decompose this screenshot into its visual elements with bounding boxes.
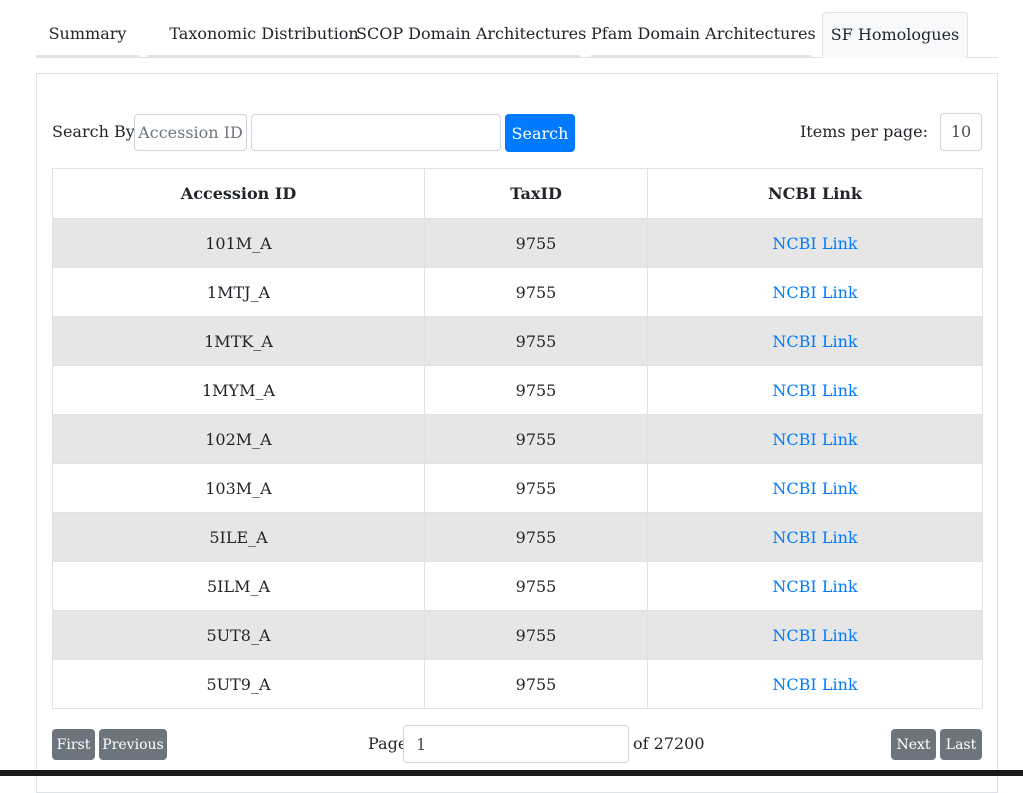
ncbi-link[interactable]: NCBI Link (772, 283, 857, 302)
taxid-cell: 9755 (424, 267, 648, 317)
search-by-label: Search By: (52, 122, 141, 141)
table-row: 5UT9_A 9755 NCBI Link (52, 659, 983, 709)
total-pages-label: of 27200 (633, 734, 705, 753)
search-button[interactable]: Search (505, 114, 575, 152)
search-input[interactable] (251, 114, 501, 151)
items-per-page-input[interactable]: 10 (940, 113, 982, 151)
ncbi-link[interactable]: NCBI Link (772, 332, 857, 351)
taxid-cell: 9755 (424, 365, 648, 415)
tab-taxonomic-distribution[interactable]: Taxonomic Distribution (147, 12, 381, 57)
table-row: 1MTJ_A 9755 NCBI Link (52, 267, 983, 317)
taxid-cell: 9755 (424, 316, 648, 366)
first-page-button[interactable]: First (52, 729, 95, 760)
page-number-input[interactable] (403, 725, 629, 763)
last-page-button[interactable]: Last (940, 729, 982, 760)
ncbi-link-cell: NCBI Link (647, 610, 983, 660)
taxid-cell: 9755 (424, 610, 648, 660)
taxid-cell: 9755 (424, 414, 648, 464)
ncbi-link-cell: NCBI Link (647, 463, 983, 513)
page-label: Page (368, 734, 408, 753)
search-field-select[interactable]: Accession ID (134, 114, 247, 151)
ncbi-link[interactable]: NCBI Link (772, 675, 857, 694)
items-per-page-label: Items per page: (799, 122, 928, 141)
table-row: 5ILM_A 9755 NCBI Link (52, 561, 983, 611)
taxid-cell: 9755 (424, 512, 648, 562)
previous-page-button[interactable]: Previous (99, 729, 167, 760)
taxid-cell: 9755 (424, 463, 648, 513)
column-header-accession-id[interactable]: Accession ID (52, 168, 425, 219)
table-row: 5UT8_A 9755 NCBI Link (52, 610, 983, 660)
ncbi-link-cell: NCBI Link (647, 267, 983, 317)
ncbi-link[interactable]: NCBI Link (772, 479, 857, 498)
ncbi-link-cell: NCBI Link (647, 659, 983, 709)
accession-id-cell: 1MYM_A (52, 365, 425, 415)
ncbi-link[interactable]: NCBI Link (772, 381, 857, 400)
accession-id-cell: 101M_A (52, 218, 425, 268)
tab-sf-homologues[interactable]: SF Homologues (822, 12, 968, 58)
ncbi-link-cell: NCBI Link (647, 561, 983, 611)
tab-summary[interactable]: Summary (36, 12, 139, 57)
accession-id-cell: 102M_A (52, 414, 425, 464)
accession-id-cell: 5ILE_A (52, 512, 425, 562)
ncbi-link-cell: NCBI Link (647, 414, 983, 464)
ncbi-link[interactable]: NCBI Link (772, 528, 857, 547)
column-header-taxid[interactable]: TaxID (424, 168, 648, 219)
homologues-table: Accession ID TaxID NCBI Link 101M_A 9755… (52, 168, 983, 709)
table-row: 1MTK_A 9755 NCBI Link (52, 316, 983, 366)
bottom-edge-bar (0, 770, 1023, 776)
accession-id-cell: 5ILM_A (52, 561, 425, 611)
taxid-cell: 9755 (424, 561, 648, 611)
table-row: 1MYM_A 9755 NCBI Link (52, 365, 983, 415)
accession-id-cell: 103M_A (52, 463, 425, 513)
ncbi-link[interactable]: NCBI Link (772, 430, 857, 449)
tab-bar: Summary Taxonomic Distribution SCOP Doma… (36, 12, 998, 58)
column-header-ncbi-link[interactable]: NCBI Link (647, 168, 983, 219)
ncbi-link[interactable]: NCBI Link (772, 577, 857, 596)
table-row: 101M_A 9755 NCBI Link (52, 218, 983, 268)
ncbi-link[interactable]: NCBI Link (772, 234, 857, 253)
table-row: 103M_A 9755 NCBI Link (52, 463, 983, 513)
accession-id-cell: 5UT9_A (52, 659, 425, 709)
table-row: 102M_A 9755 NCBI Link (52, 414, 983, 464)
accession-id-cell: 5UT8_A (52, 610, 425, 660)
tab-pfam-domain-architectures[interactable]: Pfam Domain Architectures (591, 12, 816, 57)
ncbi-link-cell: NCBI Link (647, 365, 983, 415)
tab-scop-domain-architectures[interactable]: SCOP Domain Architectures (356, 12, 586, 57)
taxid-cell: 9755 (424, 218, 648, 268)
accession-id-cell: 1MTJ_A (52, 267, 425, 317)
next-page-button[interactable]: Next (891, 729, 936, 760)
taxid-cell: 9755 (424, 659, 648, 709)
ncbi-link[interactable]: NCBI Link (772, 626, 857, 645)
accession-id-cell: 1MTK_A (52, 316, 425, 366)
ncbi-link-cell: NCBI Link (647, 218, 983, 268)
table-header-row: Accession ID TaxID NCBI Link (52, 168, 983, 219)
ncbi-link-cell: NCBI Link (647, 512, 983, 562)
table-row: 5ILE_A 9755 NCBI Link (52, 512, 983, 562)
ncbi-link-cell: NCBI Link (647, 316, 983, 366)
